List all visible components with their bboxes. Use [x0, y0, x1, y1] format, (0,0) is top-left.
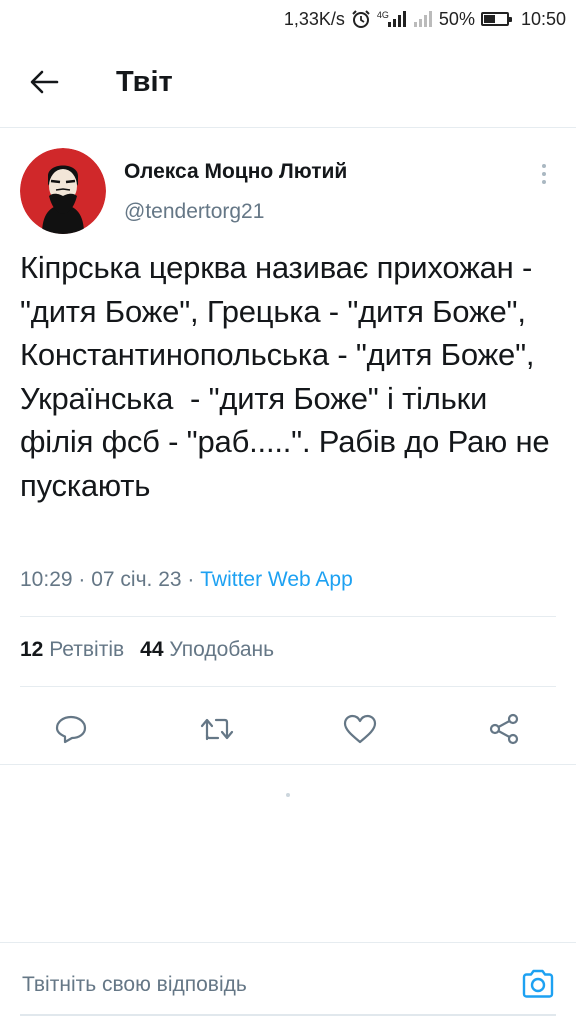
- status-bar: 1,33K/s 4G 50% 10:50: [0, 0, 576, 38]
- network-speed: 1,33K/s: [283, 8, 345, 29]
- retweets-count: 12: [20, 638, 44, 661]
- loading-dot: [286, 793, 290, 797]
- arrow-left-icon: [29, 69, 59, 100]
- reply-underline: [20, 1014, 556, 1016]
- retweet-icon: [199, 715, 235, 748]
- likes-stat[interactable]: 44 Уподобань: [140, 638, 274, 661]
- signal-weak-icon: [413, 10, 433, 28]
- divider: [20, 686, 556, 687]
- like-button[interactable]: [337, 708, 383, 754]
- signal-icon: 4G: [377, 10, 407, 28]
- tweet-source-link[interactable]: Twitter Web App: [200, 568, 353, 591]
- engagement-counts: 12 Ретвітів 44 Уподобань: [20, 638, 274, 662]
- app-header: Твіт: [0, 38, 576, 128]
- reply-input[interactable]: Твітніть свою відповідь: [22, 973, 247, 997]
- author-name[interactable]: Олекса Моцно Лютий: [124, 160, 347, 184]
- clock: 10:50: [520, 8, 566, 29]
- more-options-icon[interactable]: [532, 160, 556, 188]
- retweets-stat[interactable]: 12 Ретвітів: [20, 638, 124, 661]
- divider: [0, 764, 576, 765]
- avatar[interactable]: [20, 148, 106, 234]
- battery-icon: [480, 12, 512, 26]
- meta-separator: ·: [181, 568, 201, 591]
- camera-button[interactable]: [519, 967, 557, 1005]
- author-handle[interactable]: @tendertorg21: [124, 200, 264, 224]
- divider: [20, 616, 556, 617]
- alarm-icon: [351, 9, 371, 29]
- share-icon: [488, 713, 520, 750]
- tweet-actions: [0, 698, 576, 764]
- retweet-button[interactable]: [194, 708, 240, 754]
- page-title: Твіт: [116, 66, 173, 98]
- tweet-date: 07 січ. 23: [91, 568, 182, 591]
- share-button[interactable]: [481, 708, 527, 754]
- battery-percent: 50%: [438, 8, 475, 29]
- camera-icon: [521, 969, 555, 1004]
- tweet-time: 10:29: [20, 568, 73, 591]
- likes-count: 44: [140, 638, 164, 661]
- battery-fill: [483, 15, 495, 23]
- back-button[interactable]: [22, 62, 66, 106]
- reply-button[interactable]: [48, 708, 94, 754]
- reply-bar: Твітніть свою відповідь: [0, 942, 576, 1024]
- reply-icon: [55, 714, 87, 749]
- tweet-meta: 10:29 · 07 січ. 23 · Twitter Web App: [20, 568, 353, 592]
- likes-label: Уподобань: [169, 638, 275, 661]
- network-type: 4G: [376, 10, 389, 20]
- like-icon: [343, 714, 377, 749]
- meta-separator: ·: [72, 568, 92, 591]
- tweet-text: Кіпрська церква називає прихожан - "дитя…: [20, 250, 558, 503]
- retweets-label: Ретвітів: [49, 638, 125, 661]
